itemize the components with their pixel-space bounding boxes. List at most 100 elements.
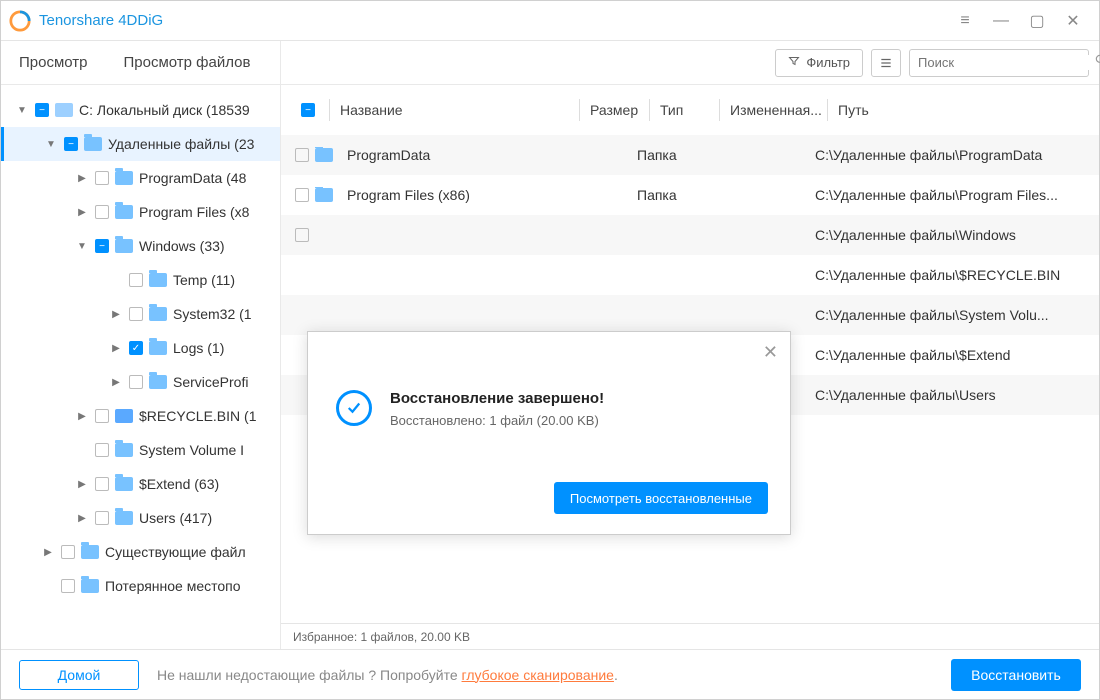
col-type[interactable]: Тип xyxy=(649,99,719,121)
table-row[interactable]: C:\Удаленные файлы\System Volu... xyxy=(281,295,1099,335)
chevron-right-icon[interactable]: ▶ xyxy=(75,207,89,218)
tree-sysvolume[interactable]: System Volume I xyxy=(1,433,280,467)
maximize-button[interactable]: ▢ xyxy=(1019,1,1055,41)
tree-recyclebin[interactable]: ▶ $RECYCLE.BIN (1 xyxy=(1,399,280,433)
folder-icon xyxy=(115,443,133,457)
tab-view[interactable]: Просмотр xyxy=(1,41,106,84)
cell-path: C:\Удаленные файлы\ProgramData xyxy=(815,147,1085,163)
table-row[interactable]: C:\Удаленные файлы\$RECYCLE.BIN xyxy=(281,255,1099,295)
chevron-right-icon[interactable]: ▶ xyxy=(75,479,89,490)
folder-icon xyxy=(81,579,99,593)
checkbox[interactable] xyxy=(129,375,143,389)
dialog-close-button[interactable]: ✕ xyxy=(763,342,778,363)
checkbox[interactable] xyxy=(95,511,109,525)
folder-icon xyxy=(81,545,99,559)
tree-users[interactable]: ▶ Users (417) xyxy=(1,501,280,535)
hint-prefix: Не нашли недостающие файлы ? Попробуйте xyxy=(157,667,462,683)
recovery-complete-dialog: ✕ Восстановление завершено! Восстановлен… xyxy=(307,331,791,535)
checkbox[interactable] xyxy=(95,409,109,423)
tree-label: $Extend (63) xyxy=(139,476,219,492)
tree-deleted-files[interactable]: ▼ − Удаленные файлы (23 xyxy=(1,127,280,161)
filter-button[interactable]: Фильтр xyxy=(775,49,863,77)
col-size[interactable]: Размер xyxy=(579,99,649,121)
footer: Домой Не нашли недостающие файлы ? Попро… xyxy=(1,649,1099,699)
menu-icon[interactable]: ≡ xyxy=(947,1,983,41)
deep-scan-link[interactable]: глубокое сканирование xyxy=(462,667,614,683)
folder-icon xyxy=(115,477,133,491)
table-row[interactable]: ProgramData Папка C:\Удаленные файлы\Pro… xyxy=(281,135,1099,175)
close-button[interactable]: ✕ xyxy=(1055,1,1091,41)
chevron-down-icon[interactable]: ▼ xyxy=(44,139,58,150)
tree-label: Удаленные файлы (23 xyxy=(108,136,254,152)
chevron-right-icon[interactable]: ▶ xyxy=(75,513,89,524)
tree-system32[interactable]: ▶ System32 (1 xyxy=(1,297,280,331)
search-input[interactable] xyxy=(918,55,1094,70)
app-title: Tenorshare 4DDiG xyxy=(39,12,163,29)
cell-path: C:\Удаленные файлы\$RECYCLE.BIN xyxy=(815,267,1085,283)
minimize-button[interactable]: — xyxy=(983,1,1019,41)
chevron-right-icon[interactable]: ▶ xyxy=(75,173,89,184)
checkbox[interactable] xyxy=(95,477,109,491)
chevron-right-icon[interactable]: ▶ xyxy=(75,411,89,422)
tree-label: $RECYCLE.BIN (1 xyxy=(139,408,256,424)
checkbox[interactable] xyxy=(95,205,109,219)
cell-path: C:\Удаленные файлы\System Volu... xyxy=(815,307,1085,323)
tree-label: ServiceProfi xyxy=(173,374,248,390)
checkbox[interactable]: − xyxy=(95,239,109,253)
checkbox[interactable]: − xyxy=(64,137,78,151)
chevron-right-icon[interactable]: ▶ xyxy=(109,343,123,354)
tree-serviceprofiles[interactable]: ▶ ServiceProfi xyxy=(1,365,280,399)
tree-extend[interactable]: ▶ $Extend (63) xyxy=(1,467,280,501)
checkbox[interactable] xyxy=(61,579,75,593)
chevron-right-icon[interactable]: ▶ xyxy=(109,309,123,320)
checkbox[interactable]: ✓ xyxy=(129,341,143,355)
table-row[interactable]: Program Files (x86) Папка C:\Удаленные ф… xyxy=(281,175,1099,215)
tree-label: Существующие файл xyxy=(105,544,246,560)
tree-lost[interactable]: Потерянное местопо xyxy=(1,569,280,603)
cell-path: C:\Удаленные файлы\Windows xyxy=(815,227,1085,243)
tab-files[interactable]: Просмотр файлов xyxy=(106,41,269,84)
checkbox[interactable] xyxy=(129,307,143,321)
tree-programdata[interactable]: ▶ ProgramData (48 xyxy=(1,161,280,195)
tree-programfiles[interactable]: ▶ Program Files (x8 xyxy=(1,195,280,229)
folder-icon xyxy=(115,205,133,219)
row-checkbox[interactable] xyxy=(295,188,309,202)
col-path[interactable]: Путь xyxy=(827,99,1085,121)
cell-name: ProgramData xyxy=(347,147,430,163)
row-checkbox[interactable] xyxy=(295,228,309,242)
row-checkbox[interactable] xyxy=(295,148,309,162)
col-name[interactable]: Название xyxy=(329,99,579,121)
tree-temp[interactable]: Temp (11) xyxy=(1,263,280,297)
checkbox[interactable]: − xyxy=(35,103,49,117)
folder-icon xyxy=(149,307,167,321)
app-logo-icon xyxy=(9,10,31,32)
disk-icon xyxy=(55,103,73,117)
view-recovered-button[interactable]: Посмотреть восстановленные xyxy=(554,482,768,514)
chevron-right-icon[interactable]: ▶ xyxy=(109,377,123,388)
col-modified[interactable]: Измененная... xyxy=(719,99,827,121)
home-button[interactable]: Домой xyxy=(19,660,139,690)
list-view-button[interactable] xyxy=(871,49,901,77)
tree-existing[interactable]: ▶ Существующие файл xyxy=(1,535,280,569)
tree-label: Program Files (x8 xyxy=(139,204,249,220)
recover-button[interactable]: Восстановить xyxy=(951,659,1081,691)
cell-path: C:\Удаленные файлы\Program Files... xyxy=(815,187,1085,203)
folder-icon xyxy=(315,188,333,202)
tree-logs[interactable]: ▶ ✓ Logs (1) xyxy=(1,331,280,365)
tree-root[interactable]: ▼ − C: Локальный диск (18539 xyxy=(1,93,280,127)
checkbox[interactable] xyxy=(61,545,75,559)
toolbar: Фильтр xyxy=(281,41,1099,84)
search-box[interactable] xyxy=(909,49,1089,77)
hint-suffix: . xyxy=(614,667,618,683)
check-circle-icon xyxy=(336,390,372,426)
checkbox[interactable] xyxy=(129,273,143,287)
chevron-down-icon[interactable]: ▼ xyxy=(15,105,29,116)
checkbox[interactable] xyxy=(95,443,109,457)
chevron-right-icon[interactable]: ▶ xyxy=(41,547,55,558)
tree-windows[interactable]: ▼ − Windows (33) xyxy=(1,229,280,263)
table-row[interactable]: C:\Удаленные файлы\Windows xyxy=(281,215,1099,255)
select-all-checkbox[interactable]: − xyxy=(301,103,315,117)
tree-label: Windows (33) xyxy=(139,238,225,254)
checkbox[interactable] xyxy=(95,171,109,185)
chevron-down-icon[interactable]: ▼ xyxy=(75,241,89,252)
